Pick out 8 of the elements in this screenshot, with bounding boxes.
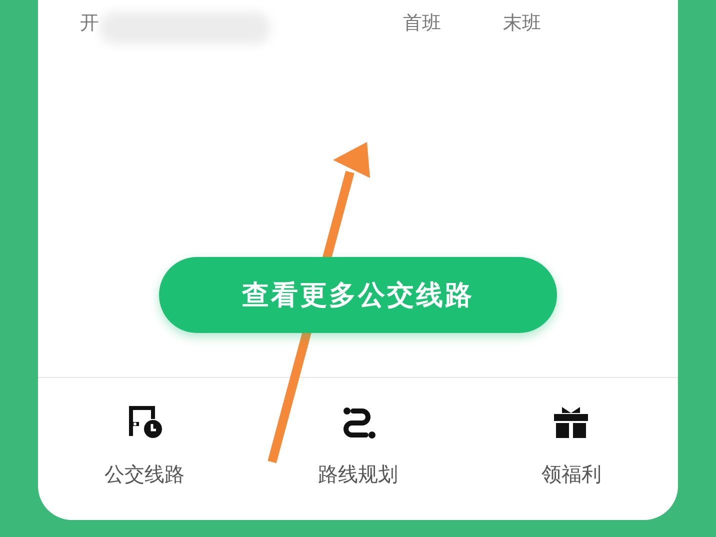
bus-clock-icon [126,404,163,440]
nav-item[interactable]: 领福利 [471,404,672,490]
column-header: 末班 [503,13,541,34]
column-header: 首班 [403,13,441,34]
nav-item[interactable]: 路线规划 [258,404,458,490]
nav-item[interactable]: 公交线路 [44,404,245,490]
column-header: 开 [80,13,99,34]
gift-icon [553,404,590,440]
